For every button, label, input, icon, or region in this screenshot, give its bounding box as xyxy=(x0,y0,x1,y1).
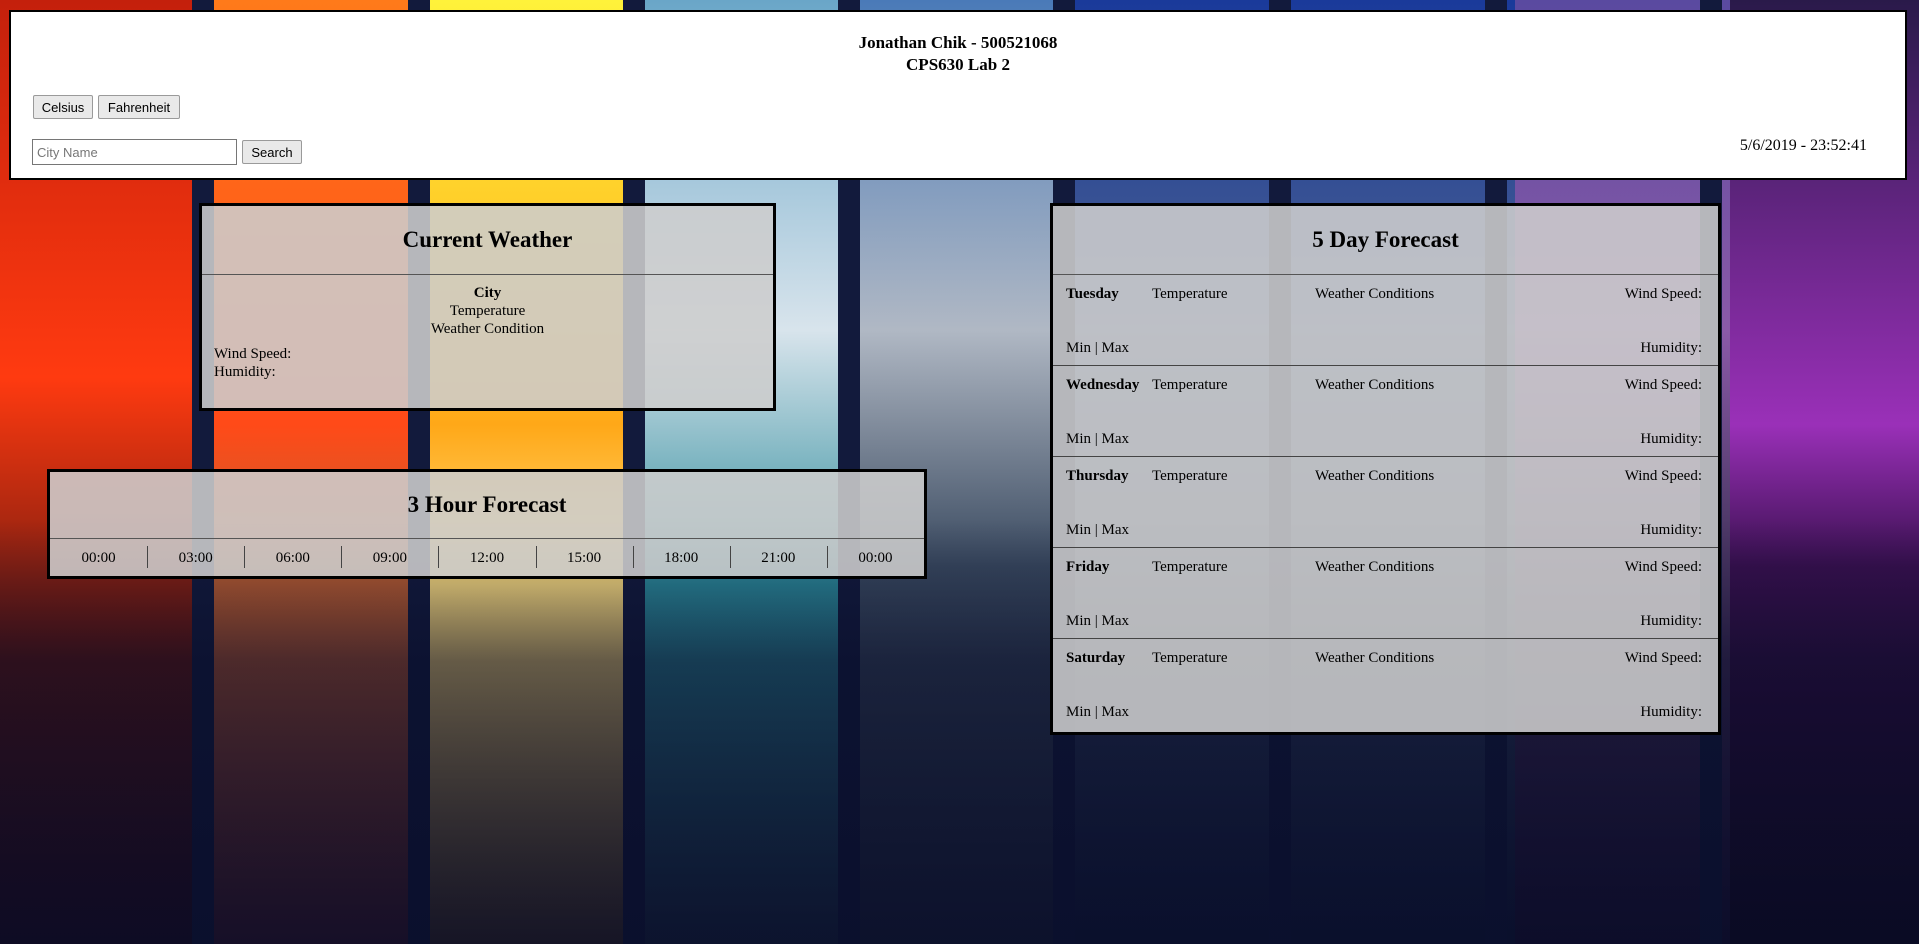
current-wind-speed: Wind Speed: xyxy=(214,346,292,362)
current-weather-title: Current Weather xyxy=(202,206,773,275)
day-temperature: Temperature xyxy=(1152,286,1228,302)
day-row-tuesday: Tuesday Temperature Weather Conditions W… xyxy=(1053,275,1718,366)
day-min-max: Min | Max xyxy=(1066,431,1130,447)
hour-list: 00:00 03:00 06:00 09:00 12:00 15:00 18:0… xyxy=(50,539,924,577)
three-hour-forecast-title: 3 Hour Forecast xyxy=(50,472,924,539)
celsius-button[interactable]: Celsius xyxy=(33,95,93,119)
day-humidity: Humidity: xyxy=(1640,340,1702,356)
day-conditions: Weather Conditions xyxy=(1315,559,1435,575)
day-name: Friday xyxy=(1066,559,1110,575)
header-panel: Jonathan Chik - 500521068 CPS630 Lab 2 C… xyxy=(9,10,1907,180)
hour-slot: 06:00 xyxy=(244,545,341,568)
day-humidity: Humidity: xyxy=(1640,522,1702,538)
fahrenheit-button[interactable]: Fahrenheit xyxy=(98,95,180,119)
day-humidity: Humidity: xyxy=(1640,704,1702,720)
day-humidity: Humidity: xyxy=(1640,431,1702,447)
hour-slot: 18:00 xyxy=(632,545,730,568)
current-weather-panel: Current Weather City Temperature Weather… xyxy=(199,203,776,411)
current-temperature: Temperature xyxy=(449,303,526,319)
day-temperature: Temperature xyxy=(1152,650,1228,666)
five-day-forecast-panel: 5 Day Forecast Tuesday Temperature Weath… xyxy=(1050,203,1721,735)
hour-slot: 03:00 xyxy=(147,545,244,568)
current-condition: Weather Condition xyxy=(430,321,545,337)
hour-slot: 15:00 xyxy=(535,545,633,568)
day-wind-speed: Wind Speed: xyxy=(1624,559,1702,575)
lab-title: CPS630 Lab 2 xyxy=(906,55,1010,74)
day-min-max: Min | Max xyxy=(1066,522,1130,538)
day-wind-speed: Wind Speed: xyxy=(1624,286,1702,302)
day-name: Saturday xyxy=(1066,650,1126,666)
day-temperature: Temperature xyxy=(1152,468,1228,484)
day-humidity: Humidity: xyxy=(1640,613,1702,629)
day-wind-speed: Wind Speed: xyxy=(1624,650,1702,666)
hour-slot: 21:00 xyxy=(729,545,827,568)
day-min-max: Min | Max xyxy=(1066,340,1130,356)
hour-slot: 00:00 xyxy=(826,545,924,568)
city-search-input[interactable] xyxy=(32,139,237,165)
day-conditions: Weather Conditions xyxy=(1315,468,1435,484)
author-title: Jonathan Chik - 500521068 xyxy=(858,33,1058,52)
current-city: City xyxy=(473,285,502,301)
current-datetime: 5/6/2019 - 23:52:41 xyxy=(1739,137,1867,154)
day-min-max: Min | Max xyxy=(1066,613,1130,629)
five-day-forecast-title: 5 Day Forecast xyxy=(1053,206,1718,275)
day-conditions: Weather Conditions xyxy=(1315,650,1435,666)
day-row-wednesday: Wednesday Temperature Weather Conditions… xyxy=(1053,366,1718,457)
page-title: Jonathan Chik - 500521068 CPS630 Lab 2 xyxy=(11,32,1905,76)
hour-slot: 00:00 xyxy=(81,549,116,566)
search-button[interactable]: Search xyxy=(242,140,302,164)
day-wind-speed: Wind Speed: xyxy=(1624,468,1702,484)
three-hour-forecast-panel: 3 Hour Forecast 00:00 03:00 06:00 09:00 … xyxy=(47,469,927,579)
day-row-thursday: Thursday Temperature Weather Conditions … xyxy=(1053,457,1718,548)
hour-slot: 12:00 xyxy=(438,545,535,568)
hour-slot: 09:00 xyxy=(341,545,438,568)
day-conditions: Weather Conditions xyxy=(1315,377,1435,393)
day-wind-speed: Wind Speed: xyxy=(1624,377,1702,393)
day-min-max: Min | Max xyxy=(1066,704,1130,720)
day-row-saturday: Saturday Temperature Weather Conditions … xyxy=(1053,639,1718,729)
day-temperature: Temperature xyxy=(1152,559,1228,575)
day-name: Wednesday xyxy=(1066,377,1140,393)
current-humidity: Humidity: xyxy=(214,364,276,380)
day-conditions: Weather Conditions xyxy=(1315,286,1435,302)
day-row-friday: Friday Temperature Weather Conditions Wi… xyxy=(1053,548,1718,639)
day-name: Tuesday xyxy=(1066,286,1119,302)
day-name: Thursday xyxy=(1066,468,1129,484)
day-temperature: Temperature xyxy=(1152,377,1228,393)
